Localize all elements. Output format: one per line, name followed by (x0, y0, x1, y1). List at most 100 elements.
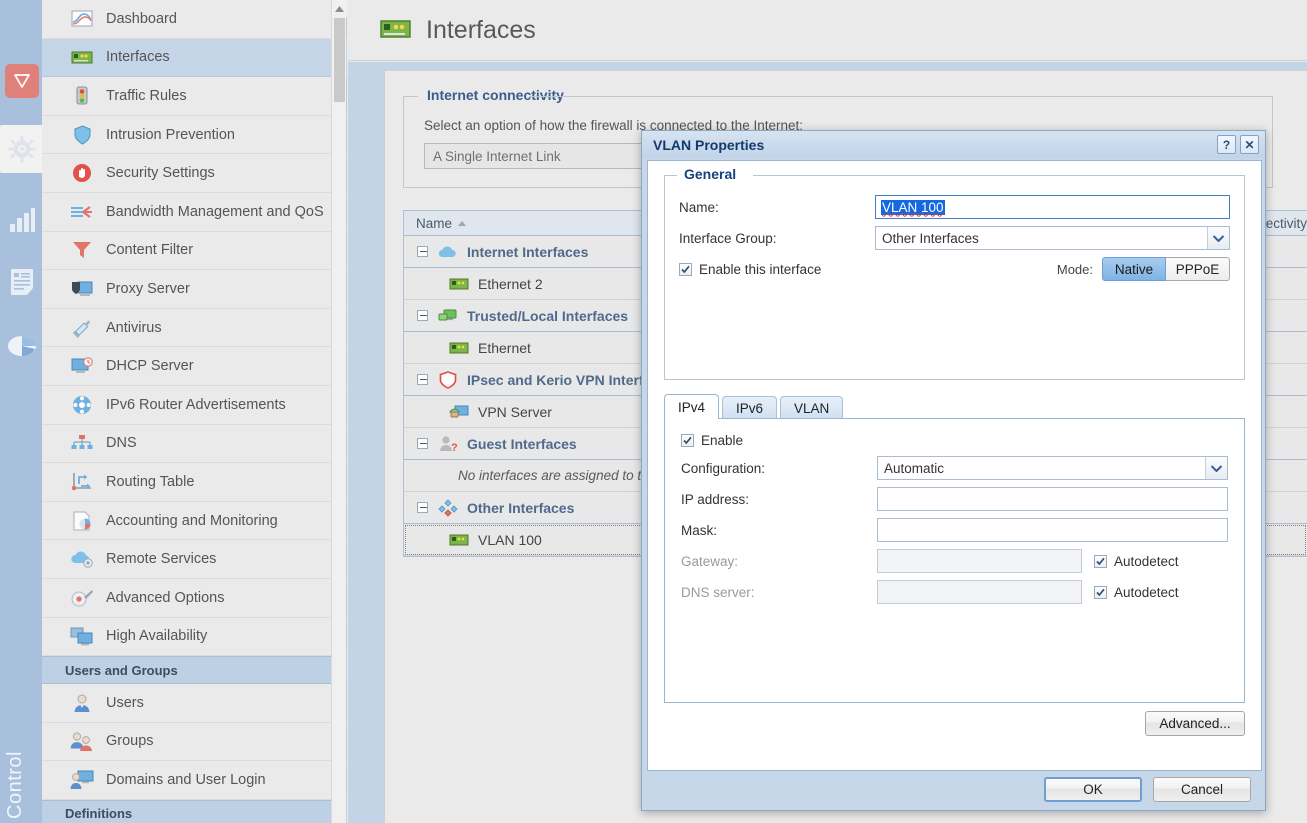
advanced-button[interactable]: Advanced... (1145, 711, 1245, 736)
sidebar-item-bandwidth-management[interactable]: Bandwidth Management and QoS (42, 193, 347, 232)
dns-server-row: DNS server: Autodetect (681, 580, 1228, 604)
checkbox-checked-icon (679, 262, 692, 276)
collapse-icon[interactable] (417, 374, 428, 385)
dns-autodetect-checkbox[interactable]: Autodetect (1094, 585, 1179, 600)
gateway-autodetect-checkbox[interactable]: Autodetect (1094, 554, 1179, 569)
configuration-select[interactable]: Automatic (877, 456, 1228, 480)
dialog-title-bar[interactable]: VLAN Properties ? ✕ (642, 131, 1265, 158)
ipv4-enable-checkbox[interactable]: Enable (681, 433, 743, 448)
sidebar-item-label: Groups (106, 733, 154, 750)
general-section: General Name: VLAN 100 Interface Group: … (664, 166, 1245, 380)
tab-vlan[interactable]: VLAN (780, 396, 844, 419)
close-icon[interactable]: ✕ (1240, 135, 1259, 154)
ip-address-input[interactable] (877, 487, 1228, 511)
interface-group-label: Interface Group: (679, 230, 777, 246)
group-label: Internet Interfaces (467, 243, 589, 260)
checkbox-checked-icon (681, 434, 694, 447)
sidebar-item-dashboard[interactable]: Dashboard (42, 0, 347, 39)
sidebar-item-accounting-and-monitoring[interactable]: Accounting and Monitoring (42, 502, 347, 541)
vpn-server-icon (448, 403, 470, 421)
rail-vertical-label: Control (4, 751, 26, 819)
scrollbar-thumb[interactable] (334, 18, 345, 102)
other-interfaces-icon (437, 498, 459, 517)
sidebar-item-label: Intrusion Prevention (106, 126, 235, 143)
enable-interface-row: Enable this interface Mode: Native PPPoE (679, 257, 1230, 281)
mode-button-pppoe[interactable]: PPPoE (1166, 257, 1230, 281)
sidebar-item-interfaces[interactable]: Interfaces (42, 38, 347, 78)
ipv4-enable-label: Enable (701, 433, 744, 448)
sidebar-item-intrusion-prevention[interactable]: Intrusion Prevention (42, 116, 347, 155)
rail-item-logs[interactable] (3, 258, 41, 306)
sidebar-item-label: Domains and User Login (106, 772, 266, 789)
column-header-name[interactable]: Name (404, 216, 566, 231)
sidebar-item-remote-services[interactable]: Remote Services (42, 540, 347, 579)
dialog-title: VLAN Properties (653, 136, 765, 153)
sidebar-item-groups[interactable]: Groups (42, 723, 347, 762)
sidebar-item-users[interactable]: Users (42, 684, 347, 723)
sidebar-scrollbar[interactable] (331, 0, 347, 823)
network-card-icon (380, 17, 412, 44)
gateway-input[interactable] (877, 549, 1082, 573)
dialog-body: General Name: VLAN 100 Interface Group: … (647, 160, 1262, 771)
group-label: Trusted/Local Interfaces (467, 307, 629, 324)
sidebar-item-ipv6-router-advertisements[interactable]: IPv6 Router Advertisements (42, 386, 347, 425)
rail-item-shield[interactable] (3, 57, 41, 105)
routing-icon (69, 471, 95, 493)
vpn-shield-icon (437, 370, 459, 389)
mode-toggle-group: Mode: Native PPPoE (1057, 257, 1230, 281)
sidebar-item-label: Security Settings (106, 165, 215, 182)
mask-row: Mask: (681, 518, 1228, 542)
interface-group-select[interactable]: Other Interfaces (875, 226, 1230, 250)
bar-chart-icon (10, 208, 35, 232)
gateway-row: Gateway: Autodetect (681, 549, 1228, 573)
sidebar-item-routing-table[interactable]: Routing Table (42, 463, 347, 502)
trusted-network-icon (437, 307, 459, 325)
sidebar-item-dhcp-server[interactable]: DHCP Server (42, 347, 347, 386)
gateway-autodetect-label: Autodetect (1114, 553, 1179, 569)
sidebar-item-traffic-rules[interactable]: Traffic Rules (42, 77, 347, 116)
tab-ipv6[interactable]: IPv6 (722, 396, 778, 419)
sidebar-item-antivirus[interactable]: Antivirus (42, 309, 347, 348)
enable-interface-checkbox[interactable]: Enable this interface (679, 262, 821, 277)
rail-item-statistics[interactable] (3, 322, 41, 370)
chevron-down-icon[interactable] (1207, 227, 1229, 249)
scroll-up-arrow-icon[interactable] (332, 0, 347, 17)
row-label: VPN Server (478, 403, 552, 420)
mode-button-native[interactable]: Native (1102, 257, 1166, 281)
sidebar-item-dns[interactable]: DNS (42, 425, 347, 464)
collapse-icon[interactable] (417, 438, 428, 449)
sidebar-item-domains-and-user-login[interactable]: Domains and User Login (42, 761, 347, 800)
ipv4-tab-panel: Enable Configuration: Automatic IP addre… (664, 418, 1245, 703)
sidebar-item-advanced-options[interactable]: Advanced Options (42, 579, 347, 618)
dns-tree-icon (69, 432, 95, 454)
dns-server-input[interactable] (877, 580, 1082, 604)
sidebar-item-label: Content Filter (106, 242, 194, 259)
traffic-light-icon (69, 85, 95, 107)
tab-ipv4[interactable]: IPv4 (664, 394, 720, 419)
collapse-icon[interactable] (417, 246, 428, 257)
ip-address-label: IP address: (681, 491, 750, 507)
dialog-tabs: IPv4 IPv6 VLAN (664, 394, 1245, 419)
cloud-icon (437, 243, 459, 261)
dashboard-icon (69, 8, 95, 30)
help-icon[interactable]: ? (1217, 135, 1236, 154)
network-card-icon (448, 275, 470, 293)
rail-item-status[interactable] (3, 196, 41, 244)
collapse-icon[interactable] (417, 502, 428, 513)
accounting-icon (69, 510, 95, 532)
mask-input[interactable] (877, 518, 1228, 542)
collapse-icon[interactable] (417, 310, 428, 321)
name-input[interactable]: VLAN 100 (875, 195, 1230, 219)
sidebar-item-label: Routing Table (106, 473, 195, 490)
group-label: Guest Interfaces (467, 435, 577, 452)
rail-item-settings[interactable] (0, 125, 44, 173)
sidebar-item-content-filter[interactable]: Content Filter (42, 232, 347, 271)
sidebar-item-proxy-server[interactable]: Proxy Server (42, 270, 347, 309)
page-header: Interfaces (348, 0, 1307, 61)
interface-group-row: Interface Group: Other Interfaces (679, 226, 1230, 250)
chevron-down-icon[interactable] (1205, 457, 1227, 479)
ok-button[interactable]: OK (1044, 776, 1142, 802)
sidebar-item-security-settings[interactable]: Security Settings (42, 154, 347, 193)
sidebar-item-high-availability[interactable]: High Availability (42, 618, 347, 657)
cancel-button[interactable]: Cancel (1153, 776, 1251, 802)
